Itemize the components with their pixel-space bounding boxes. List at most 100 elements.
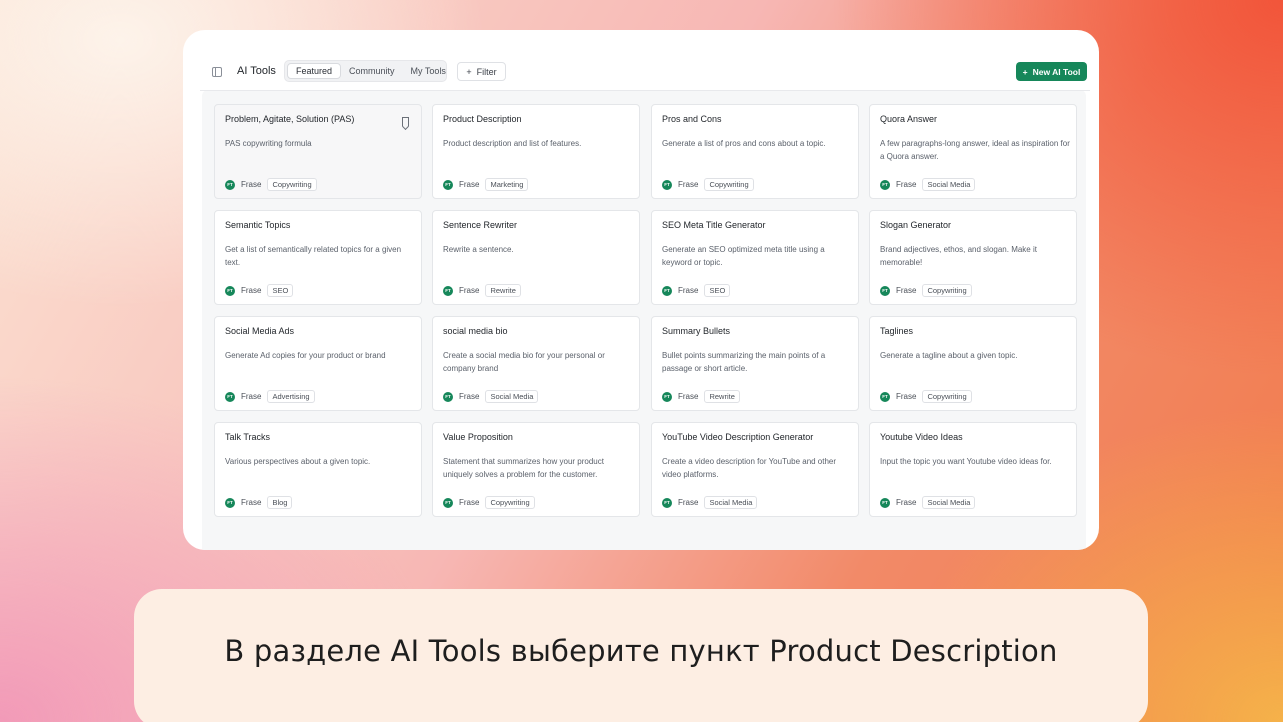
tool-card-description: Generate a tagline about a given topic.	[880, 351, 1018, 360]
sidebar-toggle-icon[interactable]	[212, 67, 222, 77]
category-tag[interactable]: Copywriting	[922, 390, 972, 403]
filter-button[interactable]: + Filter	[457, 62, 506, 81]
author-avatar: FT	[225, 391, 235, 402]
author-avatar: FT	[443, 179, 453, 190]
category-tag[interactable]: Marketing	[485, 178, 529, 191]
category-tag[interactable]: Copywriting	[704, 178, 754, 191]
tool-card-footer: FT Frase Social Media	[880, 496, 976, 509]
tool-card[interactable]: social media bio Create a social media bi…	[432, 316, 640, 411]
tool-card[interactable]: Sentence Rewriter Rewrite a sentence. FT Fr…	[432, 210, 640, 305]
tool-card-title: SEO Meta Title Generator	[662, 220, 766, 230]
tool-card[interactable]: SEO Meta Title Generator Generate an SEO …	[651, 210, 859, 305]
tab-community[interactable]: Community	[341, 63, 403, 79]
new-ai-tool-button[interactable]: + New AI Tool	[1016, 62, 1087, 81]
tool-card-description: Create a video description for YouTube a…	[662, 457, 837, 479]
tool-card[interactable]: Semantic Topics Get a list of semanticall…	[214, 210, 422, 305]
tool-card-description: Brand adjectives, ethos, and slogan. Mak…	[880, 245, 1037, 267]
category-tag[interactable]: Social Media	[704, 496, 758, 509]
category-tag[interactable]: Social Media	[922, 496, 976, 509]
app-window: AI Tools Featured Community My Tools + F…	[183, 30, 1099, 550]
category-tag[interactable]: SEO	[267, 284, 294, 297]
tool-card-title: Taglines	[880, 326, 914, 336]
author-name: Frase	[459, 180, 480, 189]
plus-icon: +	[466, 66, 472, 77]
filter-label: Filter	[476, 66, 497, 77]
tool-card-footer: FT Frase Copywriting	[662, 178, 754, 191]
author-avatar: FT	[880, 391, 890, 402]
tool-card-description: PAS copywriting formula	[225, 139, 312, 148]
tool-card-description: Input the topic you want Youtube video i…	[880, 457, 1052, 466]
author-name: Frase	[241, 180, 262, 189]
category-tag[interactable]: Rewrite	[704, 390, 740, 403]
tool-card[interactable]: Taglines Generate a tagline about a given…	[869, 316, 1077, 411]
tool-card-description: Generate a list of pros and cons about a…	[662, 139, 826, 148]
author-avatar: FT	[880, 179, 890, 190]
category-tag[interactable]: Social Media	[922, 178, 976, 191]
tool-card-description: Rewrite a sentence.	[443, 245, 514, 254]
tool-card-title: Semantic Topics	[225, 220, 291, 230]
category-tag[interactable]: Copywriting	[922, 284, 972, 297]
author-name: Frase	[896, 498, 917, 507]
tool-card[interactable]: YouTube Video Description Generator Creat…	[651, 422, 859, 517]
tool-card-footer: FT Frase Copywriting	[443, 496, 535, 509]
category-tag[interactable]: Rewrite	[485, 284, 521, 297]
tool-card[interactable]: Problem, Agitate, Solution (PAS) PAS copy…	[214, 104, 422, 199]
divider	[200, 90, 1090, 91]
category-tag[interactable]: SEO	[704, 284, 731, 297]
category-tag[interactable]: Copywriting	[267, 178, 317, 191]
tool-card-title: YouTube Video Description Generator	[662, 432, 814, 442]
tool-card[interactable]: Value Proposition Statement that summariz…	[432, 422, 640, 517]
tool-card-footer: FT Frase SEO	[662, 284, 731, 297]
tool-card-footer: FT Frase Rewrite	[443, 284, 521, 297]
author-name: Frase	[241, 498, 262, 507]
tool-card-title: Youtube Video Ideas	[880, 432, 963, 442]
tab-featured[interactable]: Featured	[287, 63, 342, 79]
page-title: AI Tools	[237, 65, 276, 77]
tool-card-footer: FT Frase Copywriting	[880, 390, 972, 403]
category-tag[interactable]: Copywriting	[485, 496, 535, 509]
category-tag[interactable]: Social Media	[485, 390, 539, 403]
tool-card-title: Summary Bullets	[662, 326, 731, 336]
author-name: Frase	[678, 392, 699, 401]
tool-card-description: Generate Ad copies for your product or b…	[225, 351, 386, 360]
author-name: Frase	[896, 180, 917, 189]
tool-card-title: social media bio	[443, 326, 508, 336]
tool-card-description: Bullet points summarizing the main point…	[662, 351, 826, 373]
author-avatar: FT	[662, 179, 672, 190]
author-avatar: FT	[443, 391, 453, 402]
tool-card-footer: FT Frase Copywriting	[880, 284, 972, 297]
tool-card-description: A few paragraphs-long answer, ideal as i…	[880, 139, 1070, 161]
instruction-caption: В разделе AI Tools выберите пункт Produc…	[224, 634, 1058, 668]
new-tool-label: New AI Tool	[1032, 66, 1081, 77]
author-avatar: FT	[662, 285, 672, 296]
tool-card[interactable]: Slogan Generator Brand adjectives, ethos,…	[869, 210, 1077, 305]
tool-card-title: Slogan Generator	[880, 220, 952, 230]
tab-group: Featured Community My Tools	[284, 60, 447, 82]
category-tag[interactable]: Advertising	[267, 390, 315, 403]
tool-card-title: Problem, Agitate, Solution (PAS)	[225, 114, 355, 124]
author-name: Frase	[896, 286, 917, 295]
tab-my-tools[interactable]: My Tools	[403, 63, 454, 79]
tool-card[interactable]: Social Media Ads Generate Ad copies for y…	[214, 316, 422, 411]
category-tag[interactable]: Blog	[267, 496, 293, 509]
author-name: Frase	[459, 286, 480, 295]
tool-card[interactable]: Quora Answer A few paragraphs-long answer…	[869, 104, 1077, 199]
tool-card-title: Quora Answer	[880, 114, 938, 124]
tool-card-description: Statement that summarizes how your produ…	[443, 457, 604, 479]
tool-card[interactable]: Talk Tracks Various perspectives about a …	[214, 422, 422, 517]
tool-card-title: Social Media Ads	[225, 326, 295, 336]
author-avatar: FT	[225, 285, 235, 296]
tool-card[interactable]: Youtube Video Ideas Input the topic you w…	[869, 422, 1077, 517]
tool-card-footer: FT Frase Advertising	[225, 390, 315, 403]
tool-card-description: Create a social media bio for your perso…	[443, 351, 605, 373]
tool-card[interactable]: Pros and Cons Generate a list of pros and…	[651, 104, 859, 199]
bookmark-icon[interactable]	[402, 117, 409, 126]
author-name: Frase	[678, 286, 699, 295]
tool-card[interactable]: Product Description Product description a…	[432, 104, 640, 199]
author-name: Frase	[241, 286, 262, 295]
tool-card-title: Product Description	[443, 114, 522, 124]
tool-card[interactable]: Summary Bullets Bullet points summarizing…	[651, 316, 859, 411]
author-avatar: FT	[662, 497, 672, 508]
tool-card-title: Pros and Cons	[662, 114, 722, 124]
toolbar: AI Tools Featured Community My Tools + F…	[183, 58, 1099, 86]
